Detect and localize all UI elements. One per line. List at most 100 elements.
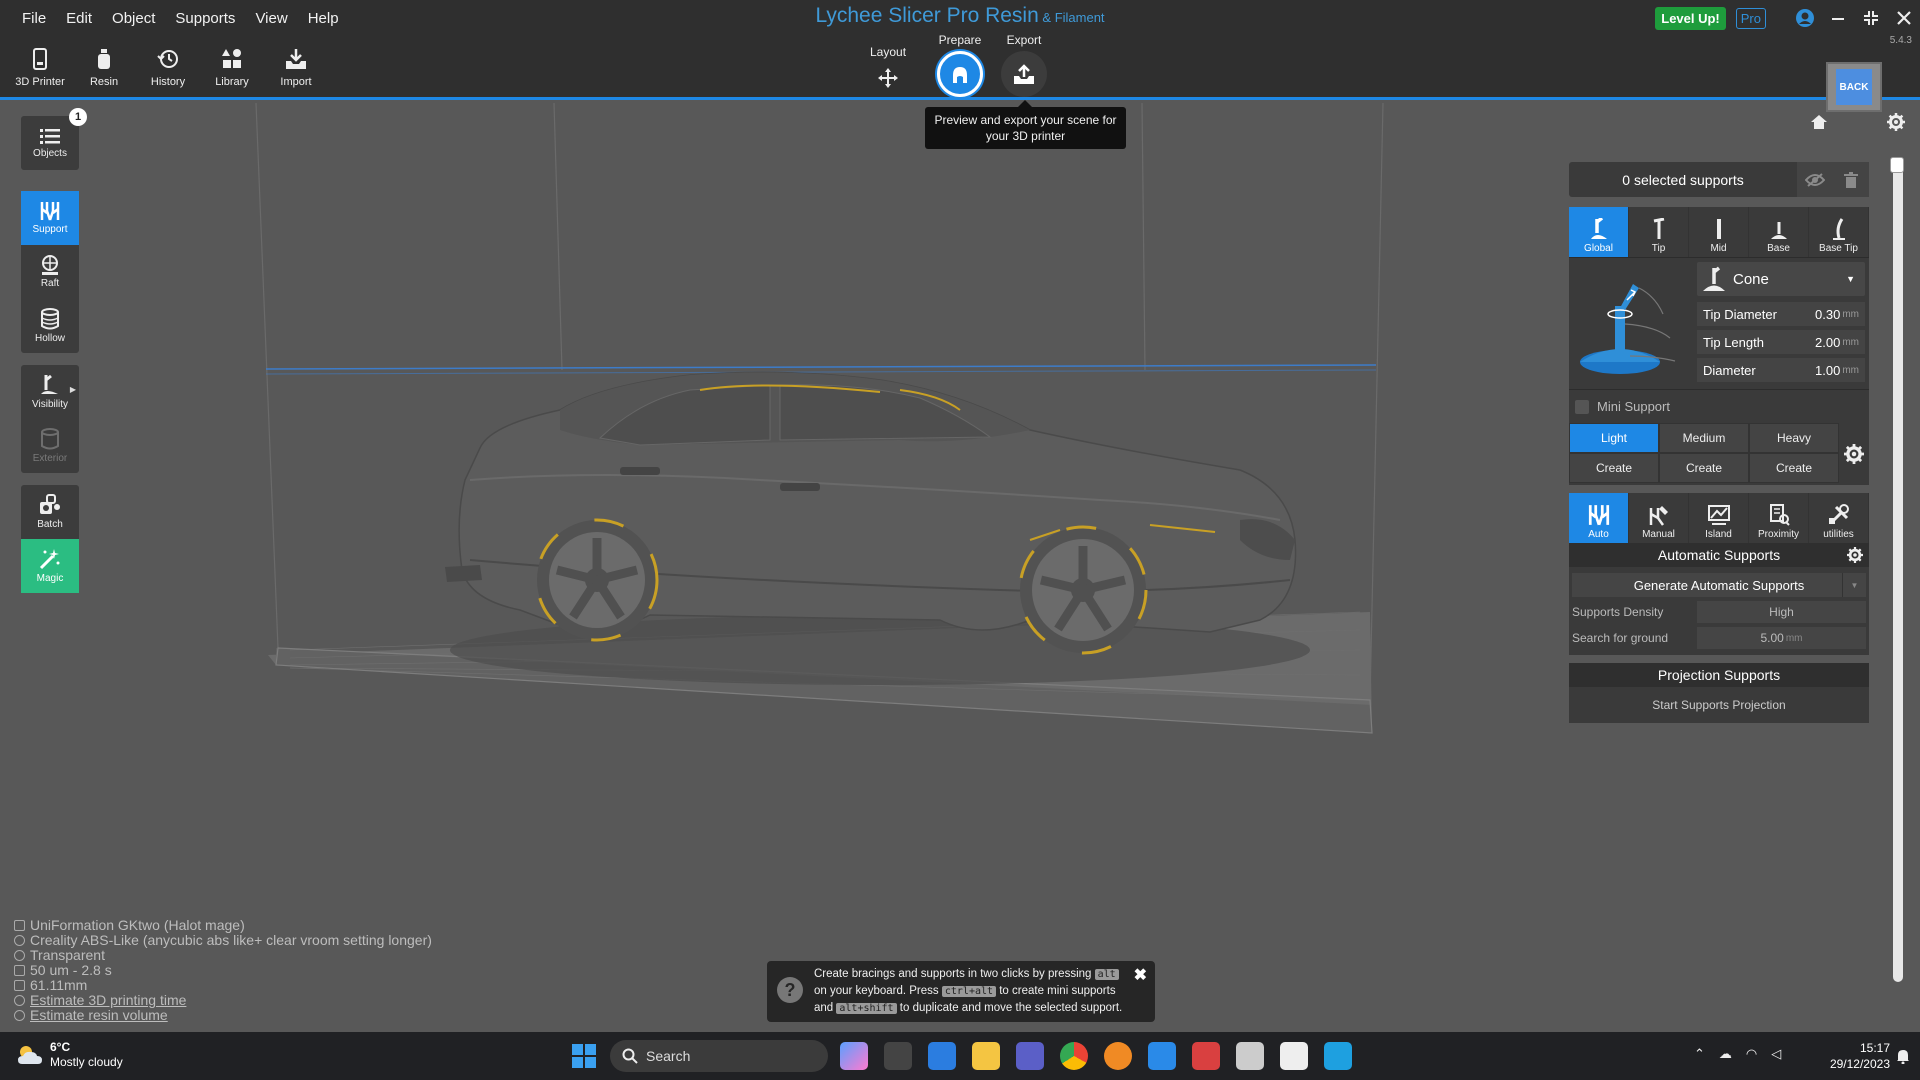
settings-gear-icon[interactable] (1887, 113, 1905, 131)
tab-utilities[interactable]: utilities (1809, 493, 1869, 543)
chrome-icon[interactable] (1060, 1042, 1088, 1070)
mode-prepare[interactable]: Prepare (937, 33, 983, 97)
tip-length-label: Tip Length (1703, 334, 1764, 350)
base-tip-icon (1832, 218, 1845, 240)
menu-object[interactable]: Object (102, 7, 165, 30)
estimate-time-link[interactable]: Estimate 3D printing time (30, 993, 186, 1008)
estimate-volume-link[interactable]: Estimate resin volume (30, 1008, 168, 1023)
chevron-down-icon: ▼ (1846, 274, 1855, 284)
tray-icons[interactable]: ⌃ ☁ ◠ ◁ (1694, 1046, 1781, 1062)
hide-eye-icon[interactable] (1797, 162, 1833, 197)
supports-density-value[interactable]: High (1697, 601, 1866, 623)
create-heavy-button[interactable]: Create (1749, 453, 1839, 483)
tab-mid[interactable]: Mid (1689, 207, 1749, 257)
start-projection-button[interactable]: Start Supports Projection (1572, 693, 1866, 717)
mode-export[interactable]: Export (1001, 33, 1047, 97)
visibility-button[interactable]: Visibility ▶ (21, 365, 79, 419)
resin-button[interactable]: Resin (72, 48, 136, 96)
windows-start-icon[interactable] (572, 1044, 596, 1068)
tip-length-unit: mm (1842, 336, 1859, 348)
tip-shape-select[interactable]: Cone ▼ (1697, 262, 1865, 296)
support-preview-icon (1580, 284, 1676, 374)
hint-key-alt-shift: alt+shift (836, 1003, 897, 1014)
onedrive-icon[interactable]: ☁ (1719, 1046, 1732, 1062)
windows-taskbar: 6°C Mostly cloudy Search ⌃ ☁ ◠ ◁ 15:17 2… (0, 1032, 1920, 1080)
history-button[interactable]: History (136, 48, 200, 96)
printer-button[interactable]: 3D Printer (8, 48, 72, 96)
app-icon-4[interactable] (1324, 1042, 1352, 1070)
diameter-unit: mm (1842, 364, 1859, 376)
menu-view[interactable]: View (245, 7, 297, 30)
volume-icon[interactable]: ◁ (1771, 1046, 1781, 1062)
chevron-down-icon[interactable]: ▼ (1842, 573, 1866, 597)
tip-length-field[interactable]: Tip Length 2.00 mm (1697, 330, 1865, 354)
taskbar-search[interactable]: Search (610, 1040, 828, 1072)
objects-button[interactable]: Objects 1 (21, 108, 87, 170)
tab-tip[interactable]: Tip (1629, 207, 1689, 257)
wifi-icon[interactable]: ◠ (1746, 1046, 1757, 1062)
app-icon-3[interactable] (1280, 1042, 1308, 1070)
menu-file[interactable]: File (12, 7, 56, 30)
tab-global[interactable]: Global (1569, 207, 1629, 257)
tab-manual[interactable]: Manual (1629, 493, 1689, 543)
file-explorer-icon[interactable] (972, 1042, 1000, 1070)
generate-supports-button[interactable]: Generate Automatic Supports ▼ (1572, 573, 1866, 597)
density-medium-button[interactable]: Medium (1659, 423, 1749, 453)
taskbar-search-label: Search (646, 1048, 691, 1064)
search-ground-field[interactable]: 5.00 mm (1697, 627, 1866, 649)
close-hint-icon[interactable]: ✖ (1134, 967, 1147, 984)
raft-button[interactable]: Raft (21, 245, 79, 299)
tab-island[interactable]: Island (1689, 493, 1749, 543)
tab-auto[interactable]: Auto (1569, 493, 1629, 543)
resin-name: Creality ABS-Like (anycubic abs like+ cl… (30, 932, 432, 948)
taskbar-clock[interactable]: 15:17 29/12/2023 (1830, 1040, 1890, 1072)
hint-text-1: Create bracings and supports in two clic… (814, 968, 1092, 980)
zoom-slider-track[interactable] (1893, 157, 1903, 982)
minimize-icon[interactable] (1821, 4, 1854, 32)
hollow-button[interactable]: Hollow (21, 299, 79, 353)
create-medium-button[interactable]: Create (1659, 453, 1749, 483)
density-heavy-button[interactable]: Heavy (1749, 423, 1839, 453)
menu-edit[interactable]: Edit (56, 7, 102, 30)
tab-manual-label: Manual (1642, 529, 1675, 540)
notification-bell-icon[interactable] (1896, 1048, 1910, 1064)
teams-icon[interactable] (1016, 1042, 1044, 1070)
tip-diameter-field[interactable]: Tip Diameter 0.30 mm (1697, 302, 1865, 326)
create-light-button[interactable]: Create (1569, 453, 1659, 483)
menu-supports[interactable]: Supports (165, 7, 245, 30)
chevron-up-icon[interactable]: ⌃ (1694, 1046, 1705, 1062)
menu-help[interactable]: Help (298, 7, 349, 30)
mini-support-toggle[interactable]: Mini Support (1569, 389, 1869, 423)
copilot-icon[interactable] (840, 1042, 868, 1070)
weather-widget[interactable]: 6°C Mostly cloudy (16, 1040, 123, 1070)
hint-line-1: Create bracings and supports in two clic… (814, 966, 1147, 983)
mode-layout[interactable]: Layout (870, 45, 906, 93)
restore-icon[interactable] (1854, 4, 1887, 32)
density-settings-gear-icon[interactable] (1839, 423, 1869, 485)
account-icon[interactable] (1788, 4, 1821, 32)
task-view-icon[interactable] (884, 1042, 912, 1070)
magic-button[interactable]: Magic (21, 539, 79, 593)
density-light-button[interactable]: Light (1569, 423, 1659, 453)
import-button[interactable]: Import (264, 48, 328, 96)
trash-icon[interactable] (1833, 162, 1869, 197)
tab-utilities-label: utilities (1823, 529, 1854, 540)
pro-badge[interactable]: Pro (1735, 7, 1766, 29)
support-button[interactable]: Support (21, 191, 79, 245)
blender-icon[interactable] (1104, 1042, 1132, 1070)
close-icon[interactable] (1887, 4, 1920, 32)
mini-support-checkbox[interactable] (1575, 399, 1589, 414)
auto-settings-gear-icon[interactable] (1847, 547, 1863, 563)
level-up-button[interactable]: Level Up! (1655, 6, 1726, 30)
diameter-field[interactable]: Diameter 1.00 mm (1697, 358, 1865, 382)
batch-button[interactable]: Batch (21, 485, 79, 539)
app-icon-2[interactable] (1236, 1042, 1264, 1070)
app-icon[interactable] (1148, 1042, 1176, 1070)
tab-proximity[interactable]: Proximity (1749, 493, 1809, 543)
zoom-slider-thumb[interactable] (1890, 157, 1904, 173)
tab-base[interactable]: Base (1749, 207, 1809, 257)
library-button[interactable]: Library (200, 48, 264, 96)
lychee-icon[interactable] (1192, 1042, 1220, 1070)
tab-base-tip[interactable]: Base Tip (1809, 207, 1869, 257)
store-icon[interactable] (928, 1042, 956, 1070)
